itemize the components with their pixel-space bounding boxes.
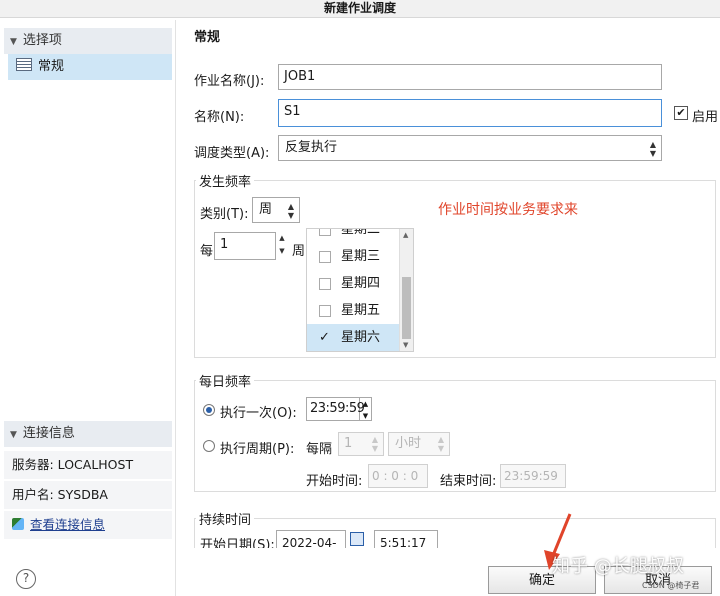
scrollbar-thumb[interactable]: [402, 277, 411, 339]
help-icon[interactable]: ?: [16, 569, 36, 589]
start-time-field[interactable]: 0 : 0 : 0: [368, 464, 428, 488]
once-time-arrows-icon[interactable]: ▲ ▼: [360, 397, 372, 421]
name-field[interactable]: S1: [278, 99, 662, 127]
start-time-value: 0 : 0 : 0: [372, 469, 419, 483]
collapse-triangle-icon: ▼: [10, 430, 17, 440]
list-icon: [16, 58, 32, 71]
schedule-type-select[interactable]: 反复执行 ▲ ▼: [278, 135, 662, 161]
daily-group-title: 每日频率: [196, 371, 255, 390]
execute-period-label: 执行周期(P):: [220, 442, 295, 457]
interval-value: 1: [344, 436, 353, 451]
watermark-small-text: CSDN @椅子君: [642, 581, 700, 590]
weekday-label: 星期五: [341, 303, 381, 318]
list-item[interactable]: 星期三: [307, 243, 411, 270]
connection-header-label: 连接信息: [22, 426, 75, 441]
list-item-selected[interactable]: ✓ 星期六: [307, 324, 411, 351]
schedule-type-value: 反复执行: [285, 140, 338, 155]
sidebar-item-general-label: 常规: [38, 59, 65, 74]
calendar-icon[interactable]: [350, 532, 364, 546]
connection-icon: [12, 518, 24, 530]
execute-period-radio[interactable]: [203, 440, 215, 452]
weekday-list[interactable]: 星期二 星期三 星期四 星期五 ✓ 星期六 ▲ ▼: [306, 228, 414, 352]
start-date-field[interactable]: 2022-04-19: [276, 530, 346, 548]
user-info: 用户名: SYSDBA: [4, 481, 172, 509]
schedule-type-label: 调度类型(A):: [194, 146, 270, 161]
watermark-text: 知乎 @长腿叔叔: [552, 556, 684, 577]
window-title: 新建作业调度: [0, 0, 720, 18]
section-title: 常规: [194, 30, 221, 45]
duration-row: 开始日期(S): 2022-04-19 5:51:17: [194, 530, 494, 548]
every-spinner[interactable]: 1: [214, 232, 276, 260]
once-time-field[interactable]: 23:59:59: [306, 397, 365, 421]
left-panel: [0, 20, 176, 596]
options-header-label: 选择项: [22, 33, 62, 48]
weekday-label: 星期三: [341, 249, 381, 264]
category-select[interactable]: 周 ▲ ▼: [252, 197, 300, 223]
frequency-group-title: 发生频率: [196, 171, 255, 190]
interval-unit-select[interactable]: 小时 ▲ ▼: [388, 432, 450, 456]
weekday-label: 星期二: [341, 228, 381, 237]
list-scrollbar[interactable]: ▲ ▼: [399, 229, 413, 351]
collapse-triangle-icon: ▼: [10, 37, 17, 47]
server-info: 服务器: LOCALHOST: [4, 451, 172, 479]
every-label: 每: [200, 244, 214, 259]
scroll-down-icon[interactable]: ▼: [403, 341, 408, 349]
updown-icon: ▲ ▼: [437, 435, 445, 453]
interval-unit-value: 小时: [395, 436, 422, 451]
duration-group-title: 持续时间: [196, 509, 255, 528]
updown-icon: ▲ ▼: [649, 140, 657, 158]
updown-icon: ▲ ▼: [371, 435, 379, 453]
every-spinner-arrows-icon[interactable]: ▲ ▼: [276, 232, 288, 260]
start-time-label: 开始时间:: [306, 474, 363, 489]
options-section-header[interactable]: ▼ 选择项: [4, 28, 172, 54]
execute-once-label: 执行一次(O):: [220, 406, 297, 421]
view-connection-link[interactable]: 查看连接信息: [30, 517, 105, 532]
annotation-text: 作业时间按业务要求来: [438, 202, 578, 218]
list-item[interactable]: 星期五: [307, 297, 411, 324]
end-time-field[interactable]: 23:59:59: [500, 464, 566, 488]
job-name-label: 作业名称(J):: [194, 74, 265, 89]
enable-label: 启用: [692, 110, 719, 125]
updown-icon: ▲ ▼: [287, 202, 295, 220]
every-value: 1: [220, 237, 229, 252]
end-time-value: 23:59:59: [504, 469, 558, 483]
execute-once-radio[interactable]: [203, 404, 215, 416]
list-item[interactable]: 星期二: [307, 228, 411, 243]
checkbox-icon: [319, 251, 331, 263]
start-time-duration-field[interactable]: 5:51:17: [374, 530, 438, 548]
name-label: 名称(N):: [194, 110, 245, 125]
sidebar-item-general[interactable]: 常规: [8, 54, 172, 80]
checkbox-icon: [319, 305, 331, 317]
start-date-label: 开始日期(S):: [200, 538, 275, 548]
scroll-up-icon[interactable]: ▲: [403, 231, 408, 239]
checkbox-icon: [319, 278, 331, 290]
checkbox-icon: [319, 229, 331, 236]
every-interval-label: 每隔: [306, 442, 333, 457]
checkmark-icon: ✓: [319, 330, 330, 345]
category-value: 周: [259, 202, 273, 217]
view-connection-link-row[interactable]: 查看连接信息: [4, 511, 172, 539]
job-name-field[interactable]: JOB1: [278, 64, 662, 90]
category-label: 类别(T):: [200, 207, 249, 222]
list-item[interactable]: 星期四: [307, 270, 411, 297]
interval-spinner[interactable]: 1 ▲ ▼: [338, 432, 384, 456]
weekday-label: 星期六: [341, 330, 381, 345]
weekday-label: 星期四: [341, 276, 381, 291]
week-unit-label: 周: [292, 244, 306, 259]
connection-section-header[interactable]: ▼ 连接信息: [4, 421, 172, 447]
end-time-label: 结束时间:: [440, 474, 497, 489]
enable-checkbox[interactable]: ✔: [674, 106, 688, 120]
